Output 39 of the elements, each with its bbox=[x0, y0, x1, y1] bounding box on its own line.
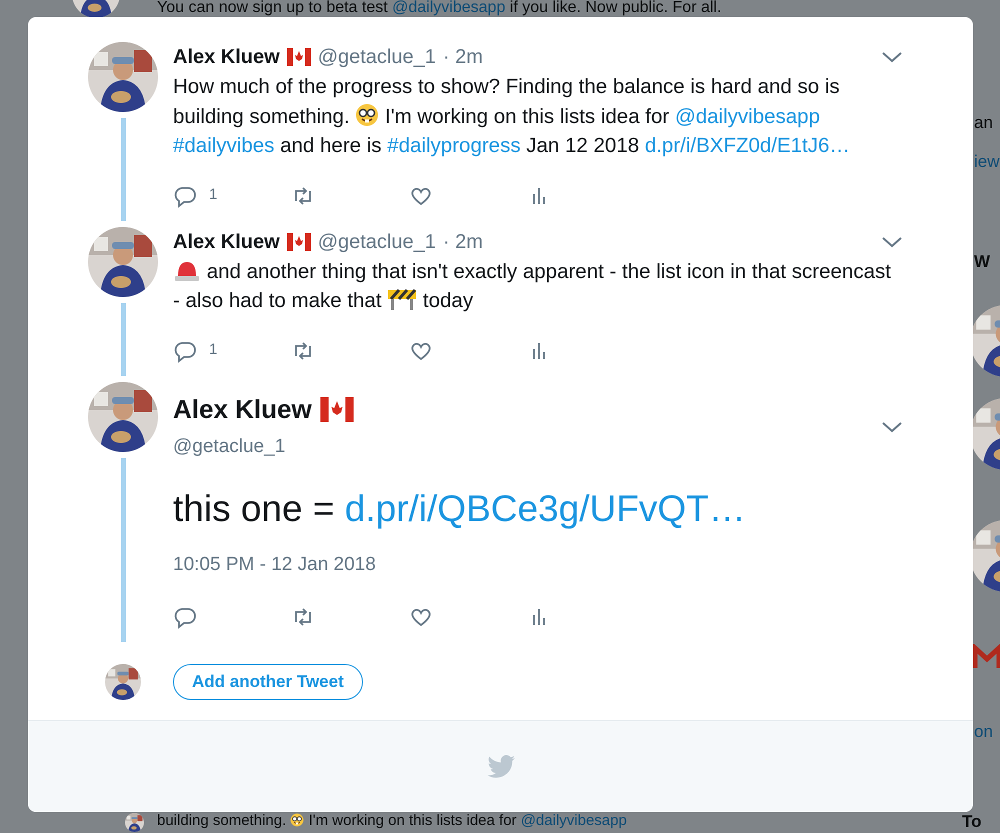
heading: To bbox=[962, 812, 982, 831]
post-text: You can now sign up to beta test @dailyvibesapp if you like. Now public. For all. bbox=[157, 0, 722, 16]
post-text: building something. I'm working on this lists idea for @dailyvibesapp bbox=[157, 813, 627, 829]
handle: @getaclue_1 bbox=[318, 230, 436, 254]
barrier-icon bbox=[387, 287, 418, 311]
link[interactable]: @dailyvibesapp bbox=[392, 0, 506, 16]
chevron-icon bbox=[881, 420, 903, 434]
flag-icon bbox=[320, 396, 354, 422]
heading: W bbox=[974, 252, 990, 271]
chevron-icon bbox=[881, 50, 903, 64]
flag-icon bbox=[286, 232, 311, 250]
timestamp: · 2m bbox=[442, 45, 483, 70]
link[interactable]: d.pr/i/QBCe3g/UFvQT… bbox=[344, 488, 746, 529]
tweet-text: and another thing that isn't exactly apparent - the list icon in that screencast - also had to make that today bbox=[173, 256, 892, 314]
timestamp: 10:05 PM - 12 Jan 2018 bbox=[173, 553, 377, 577]
date-text: an bbox=[974, 113, 993, 132]
timestamp: · 2m bbox=[442, 230, 483, 254]
flag-icon bbox=[286, 48, 311, 66]
link[interactable]: iew bbox=[974, 152, 1000, 171]
nerd-face-icon bbox=[355, 102, 380, 126]
handle: @getaclue_1 bbox=[173, 434, 286, 458]
author-name: Alex Kluew bbox=[173, 392, 312, 426]
mail-icon bbox=[972, 644, 1000, 670]
tweet-text: this one = d.pr/i/QBCe3g/UFvQT… bbox=[173, 487, 747, 531]
reply-count: 1 bbox=[209, 185, 218, 206]
link[interactable]: #dailyvibes bbox=[173, 134, 274, 157]
author-name: Alex Kluew bbox=[173, 45, 280, 70]
handle: @getaclue_1 bbox=[318, 45, 436, 70]
link[interactable]: d.pr/i/BXFZ0d/E1tJ6… bbox=[644, 134, 850, 157]
chevron-icon bbox=[881, 234, 903, 248]
link[interactable]: @dailyvibesapp bbox=[674, 104, 820, 128]
link[interactable]: on bbox=[974, 722, 993, 741]
link[interactable]: @dailyvibesapp bbox=[520, 812, 627, 829]
bird-icon bbox=[486, 754, 516, 778]
author-name: Alex Kluew bbox=[173, 230, 280, 254]
reply-count: 1 bbox=[209, 340, 218, 360]
add-tweet-button[interactable]: Add another Tweet bbox=[173, 664, 363, 700]
tweet-text: How much of the progress to show? Finding the balance is hard and so is building something. I'm working on this lists idea for @dailyvibesapp #dailyvibes and here is #dailyprogress Jan 12 2018 d.pr/i/BXFZ0d/E1tJ6… bbox=[173, 74, 851, 159]
link[interactable]: #dailyprogress bbox=[387, 134, 521, 157]
